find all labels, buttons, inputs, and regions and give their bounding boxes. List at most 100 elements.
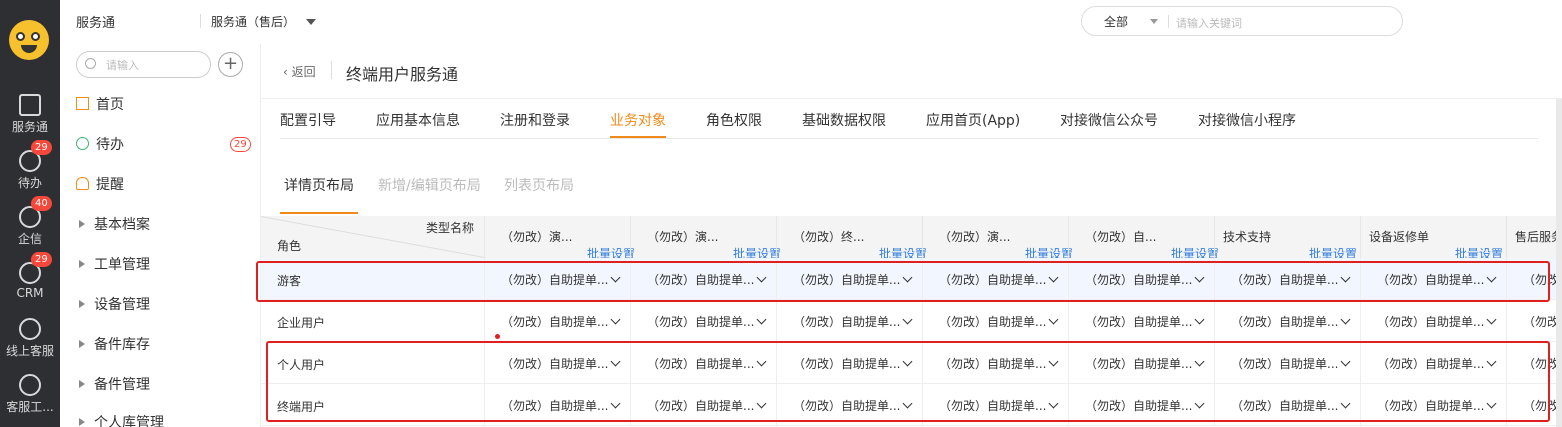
sidebar-menu: 请输入 + 首页 待办 29 提醒 基本档案 工单管理 设备管理 备件库存 备件… [60,44,261,427]
caret-right-icon [79,380,85,388]
sidebar-item-label: 工单管理 [94,257,150,273]
app-name: 服务通 [76,16,116,31]
app-rail: 服务通 29 待办 40 企信 29 CRM 线上客服 客服工... [0,0,60,427]
subtab-indicator [280,212,358,214]
vertical-scrollbar[interactable] [1556,99,1562,427]
sidebar-item-label: 基本档案 [94,217,150,233]
back-label: 返回 [291,65,316,79]
chevron-down-icon[interactable] [306,19,316,25]
caret-right-icon [79,340,85,348]
sidebar-item-label: 提醒 [96,177,124,193]
menu-search-input[interactable]: 请输入 [76,51,211,78]
rail-item-service[interactable]: 服务通 [0,94,60,135]
corner-role-label: 角色 [277,239,302,253]
search-scope-select[interactable]: 全部 [1104,13,1128,30]
sidebar-item-home[interactable]: 首页 [76,94,124,116]
caret-right-icon [79,260,85,268]
back-link[interactable]: ‹ 返回 [283,63,316,80]
global-search[interactable]: 全部 请输入关键词 [1081,6,1403,36]
app-logo[interactable] [9,20,49,60]
caret-right-icon [79,300,85,308]
sidebar-item-label: 备件管理 [94,377,150,393]
tab-register-login[interactable]: 注册和登录 [500,110,570,138]
tab-wechat-miniprogram[interactable]: 对接微信小程序 [1198,110,1296,138]
clipboard-icon [19,94,41,116]
layout-select[interactable]: （勿改）自助提单... [630,300,776,342]
rail-badge: 29 [31,140,52,155]
chevron-down-icon [1049,314,1059,325]
chevron-down-icon [1487,314,1497,325]
layout-select[interactable]: （勿改）自助提单... [776,300,922,342]
count-badge: 29 [230,137,251,152]
sidebar-item-label: 设备管理 [94,297,150,313]
subtab-list-layout[interactable]: 列表页布局 [504,175,574,195]
layout-select[interactable]: （勿改）自助提单... [1214,300,1360,342]
rail-label: CRM [16,286,44,300]
chevron-down-icon [903,314,913,325]
tab-app-home[interactable]: 应用首页(App) [926,110,1020,138]
rail-item-online-service[interactable]: 线上客服 [0,318,60,359]
divider [261,98,1562,99]
divider [1168,15,1169,28]
tab-business-objects[interactable]: 业务对象 [610,110,666,138]
layout-select[interactable]: （勿改）自助提单... [1068,300,1214,342]
column-header: 设备返修单批量设置 [1360,216,1506,261]
app-switcher-label[interactable]: 服务通（售后） [211,13,295,30]
column-header: （勿改）自...批量设置 [1068,216,1219,261]
layout-select[interactable]: （勿改）自助提单... [922,300,1068,342]
tab-data-permissions[interactable]: 基础数据权限 [802,110,886,138]
page-title: 终端用户服务通 [346,65,459,84]
rail-item-todo[interactable]: 29 待办 [0,140,60,191]
rail-item-agent[interactable]: 客服工... [0,374,60,415]
logo-mouth [21,45,37,53]
rail-label: 服务通 [11,120,48,134]
check-circle-icon [76,137,89,150]
column-header: （勿改）演...批量设置 [484,216,635,261]
sidebar-item-parts-management[interactable]: 备件管理 [76,374,150,396]
sidebar-item-label: 个人库管理 [94,415,164,427]
sidebar-item-basic-files[interactable]: 基本档案 [76,214,150,236]
annotation-dot [495,334,500,339]
rail-item-crm[interactable]: 29 CRM [0,252,60,300]
column-header: （勿改）演...批量设置 [922,216,1073,261]
sidebar-item-device-management[interactable]: 设备管理 [76,294,150,316]
search-icon [85,58,96,69]
bell-icon [76,177,89,190]
tab-role-permissions[interactable]: 角色权限 [706,110,762,138]
divider [200,14,201,28]
rail-badge: 29 [31,252,52,267]
column-header: （勿改）终...批量设置 [776,216,927,261]
rail-item-message[interactable]: 40 企信 [0,196,60,247]
sidebar-item-parts-inventory[interactable]: 备件库存 [76,334,150,356]
sidebar-item-reminder[interactable]: 提醒 [76,174,124,196]
column-header: 技术支持批量设置 [1214,216,1360,261]
rail-label: 企信 [17,232,42,246]
logo-eye-left [16,32,25,41]
layout-select[interactable]: （勿改）自助提单... [484,300,630,342]
subtab-edit-layout[interactable]: 新增/编辑页布局 [378,175,481,195]
sidebar-item-label: 待办 [96,137,124,153]
table-row: 企业用户 （勿改）自助提单... （勿改）自助提单... （勿改）自助提单...… [261,300,1562,342]
rail-label: 线上客服 [5,344,54,358]
logo-eye-right [31,32,40,41]
chevron-down-icon [611,314,621,325]
rail-label: 客服工... [6,400,54,414]
tab-basic-info[interactable]: 应用基本信息 [376,110,460,138]
tab-wechat-official[interactable]: 对接微信公众号 [1060,110,1158,138]
column-header: （勿改）演...批量设置 [630,216,781,261]
subtab-detail-layout[interactable]: 详情页布局 [284,175,354,195]
sidebar-item-label: 备件库存 [94,337,150,353]
top-bar: 服务通 服务通（售后） 全部 请输入关键词 [60,0,1562,44]
sidebar-item-ticket-management[interactable]: 工单管理 [76,254,150,276]
sidebar-item-label: 首页 [96,97,124,113]
layout-select[interactable]: （勿改） [1506,300,1562,342]
sidebar-item-todo[interactable]: 待办 29 [76,134,251,156]
tab-setup-guide[interactable]: 配置引导 [280,110,336,138]
sidebar-item-personal-warehouse[interactable]: 个人库管理 [76,412,164,427]
row-role-label: 企业用户 [277,316,326,330]
smile-chat-icon [19,318,41,340]
add-button[interactable]: + [218,52,243,77]
search-input[interactable]: 请输入关键词 [1176,15,1242,31]
chevron-down-icon[interactable] [1150,19,1158,24]
layout-select[interactable]: （勿改）自助提单... [1360,300,1506,342]
